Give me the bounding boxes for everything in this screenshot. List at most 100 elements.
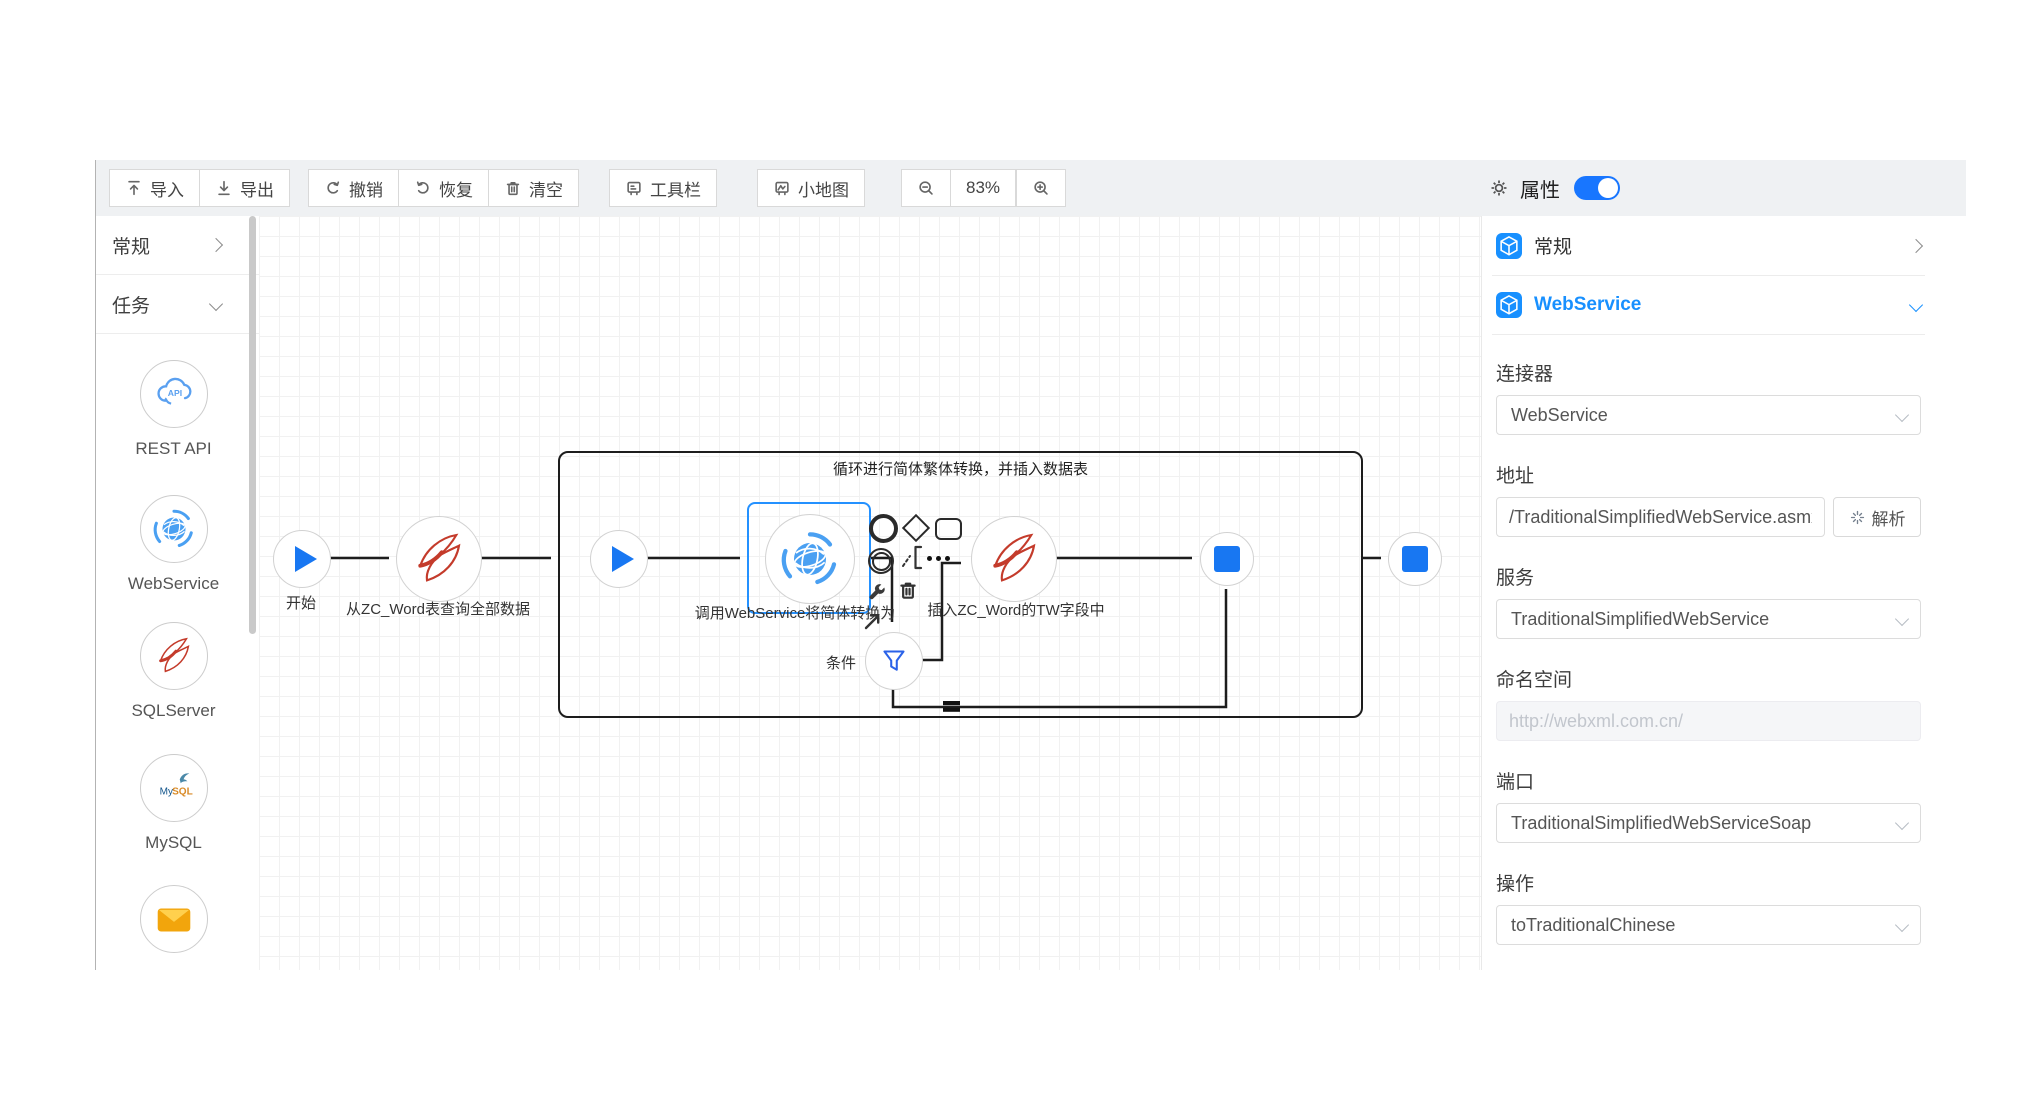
panel-section-general[interactable]: 常规 [1496,216,1921,275]
operation-label: 操作 [1496,869,1921,896]
namespace-label: 命名空间 [1496,665,1921,692]
sqlserver-icon [140,622,208,690]
trash-icon [504,179,522,197]
spark-icon [1849,509,1866,526]
palette-item-rest-api[interactable]: REST API [96,360,251,459]
palette-label: MySQL [96,833,251,853]
sidebar-section-general-label: 常规 [112,232,150,259]
connect-arrow-icon[interactable] [861,609,885,633]
flow-canvas[interactable]: 循环进行简体繁体转换，并插入数据表 [259,216,1481,970]
webservice-globe-icon [778,527,842,591]
play-icon [295,546,317,572]
app-window: 导入 导出 撤销 恢复 清空 [0,0,2044,1112]
connector-select[interactable]: WebService [1496,395,1921,435]
cube-icon [1496,292,1522,318]
end-node[interactable] [1388,532,1442,586]
query-node-label: 从ZC_Word表查询全部数据 [308,598,568,619]
append-gateway-icon[interactable] [902,514,930,542]
service-value: TraditionalSimplifiedWebService [1511,609,1769,630]
webservice-node[interactable] [765,514,855,604]
condition-filter-node[interactable] [865,632,923,690]
section-webservice-label: WebService [1534,294,1641,316]
chevron-down-icon [1895,918,1909,932]
zoom-in-icon [1032,179,1050,197]
append-task-icon[interactable] [869,514,898,543]
email-icon [140,885,208,953]
webservice-globe-icon [140,495,208,563]
port-select[interactable]: TraditionalSimplifiedWebServiceSoap [1496,803,1921,843]
chevron-down-icon [1895,408,1909,422]
redo-button[interactable]: 恢复 [398,169,489,207]
export-label: 导出 [240,176,274,201]
panel-section-webservice[interactable]: WebService [1496,276,1921,334]
insert-sqlserver-node[interactable] [971,516,1057,602]
mysql-icon [140,754,208,822]
port-value: TraditionalSimplifiedWebServiceSoap [1511,813,1811,834]
palette-item-sqlserver[interactable]: SQLServer [96,622,251,721]
sqlserver-icon [407,527,471,591]
clear-button[interactable]: 清空 [488,169,579,207]
import-icon [125,179,143,197]
address-row: 解析 [1496,497,1921,537]
filter-funnel-icon [875,642,913,680]
import-button[interactable]: 导入 [109,169,200,207]
toolbar-toggle-label: 工具栏 [650,176,701,201]
properties-label: 属性 [1520,174,1560,203]
import-label: 导入 [150,176,184,201]
toolbar-toggle-group: 工具栏 [609,169,717,207]
properties-toggle[interactable] [1574,176,1620,200]
toolbar: 导入 导出 撤销 恢复 清空 [96,160,1966,217]
chevron-down-icon [1909,298,1923,312]
undo-label: 撤销 [349,176,383,201]
service-select[interactable]: TraditionalSimplifiedWebService [1496,599,1921,639]
operation-select[interactable]: toTraditionalChinese [1496,905,1921,945]
properties-header: 属性 [1488,160,1620,216]
toolbar-toggle-button[interactable]: 工具栏 [609,169,717,207]
wrench-icon[interactable] [867,582,887,602]
palette-item-mysql[interactable]: MySQL [96,754,251,853]
inner-start-node[interactable] [590,530,648,588]
zoom-group: 83% [901,169,1066,207]
parse-button[interactable]: 解析 [1833,497,1921,537]
toggle-knob [1598,178,1618,198]
minimap-icon [773,179,791,197]
undo-button[interactable]: 撤销 [308,169,399,207]
sidebar-section-task[interactable]: 任务 [96,275,259,334]
export-button[interactable]: 导出 [199,169,290,207]
inner-end-node[interactable] [1200,532,1254,586]
zoom-in-button[interactable] [1016,169,1066,207]
port-label: 端口 [1496,767,1921,794]
parse-label: 解析 [1872,505,1906,530]
minimap-button[interactable]: 小地图 [757,169,865,207]
sqlserver-icon [982,527,1046,591]
stop-square-icon [1214,546,1240,572]
redo-icon [414,179,432,197]
minimap-group: 小地图 [757,169,865,207]
insert-node-label: 插入ZC_Word的TW字段中 [886,599,1146,620]
start-node[interactable] [273,530,331,588]
text-annotation-icon[interactable] [901,544,925,572]
flow-designer: 导入 导出 撤销 恢复 清空 [95,160,1966,970]
properties-panel: 常规 WebService 连接器 WebService 地址 解析 [1481,216,1966,970]
sidebar-section-task-label: 任务 [112,291,150,318]
address-input[interactable] [1496,497,1825,537]
export-icon [215,179,233,197]
cube-icon [1496,233,1522,259]
palette-item-webservice[interactable]: WebService [96,495,251,594]
append-subprocess-icon[interactable] [935,518,962,540]
sidebar-section-general[interactable]: 常规 [96,216,259,275]
chevron-down-icon [209,297,223,311]
zoom-out-button[interactable] [901,169,951,207]
more-options-icon[interactable] [927,556,950,561]
sidebar-scrollbar[interactable] [249,216,256,634]
address-label: 地址 [1496,461,1921,488]
chevron-right-icon [209,238,223,252]
palette-item-email[interactable] [96,885,251,953]
zoom-out-icon [917,179,935,197]
section-general-label: 常规 [1534,232,1572,259]
query-sqlserver-node[interactable] [396,516,482,602]
delete-icon[interactable] [897,579,919,601]
operation-value: toTraditionalChinese [1511,915,1675,936]
append-end-event-icon[interactable] [868,548,894,574]
connector-label: 连接器 [1496,359,1921,386]
